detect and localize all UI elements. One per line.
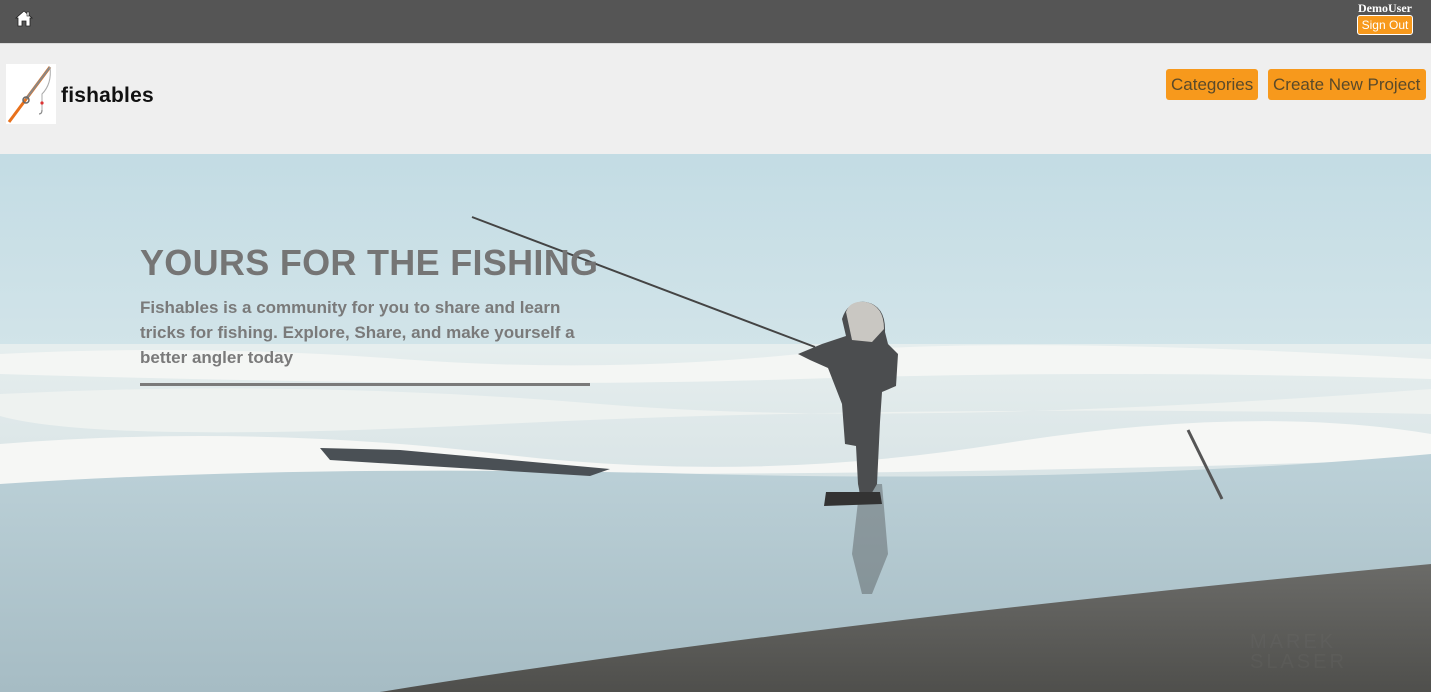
username: DemoUser bbox=[1358, 1, 1412, 15]
hero-description: Fishables is a community for you to shar… bbox=[140, 298, 575, 367]
brand-name[interactable]: fishables bbox=[61, 84, 154, 108]
top-bar: DemoUser Sign Out bbox=[0, 0, 1431, 43]
watermark: MAREK SLASER bbox=[1250, 631, 1347, 673]
categories-button[interactable]: Categories bbox=[1166, 69, 1258, 100]
fishing-rod-icon[interactable] bbox=[6, 64, 56, 124]
create-new-project-button[interactable]: Create New Project bbox=[1268, 69, 1426, 100]
hero-title: YOURS FOR THE FISHING bbox=[140, 242, 599, 283]
hero-background-image bbox=[0, 154, 1431, 692]
sign-out-button[interactable]: Sign Out bbox=[1356, 15, 1414, 35]
home-icon[interactable] bbox=[14, 9, 34, 29]
hero-divider bbox=[140, 383, 590, 386]
user-box: DemoUser Sign Out bbox=[1355, 2, 1415, 35]
site-header: fishables Categories Create New Project bbox=[0, 43, 1431, 154]
hero-banner: YOURS FOR THE FISHING Fishables is a com… bbox=[0, 154, 1431, 692]
